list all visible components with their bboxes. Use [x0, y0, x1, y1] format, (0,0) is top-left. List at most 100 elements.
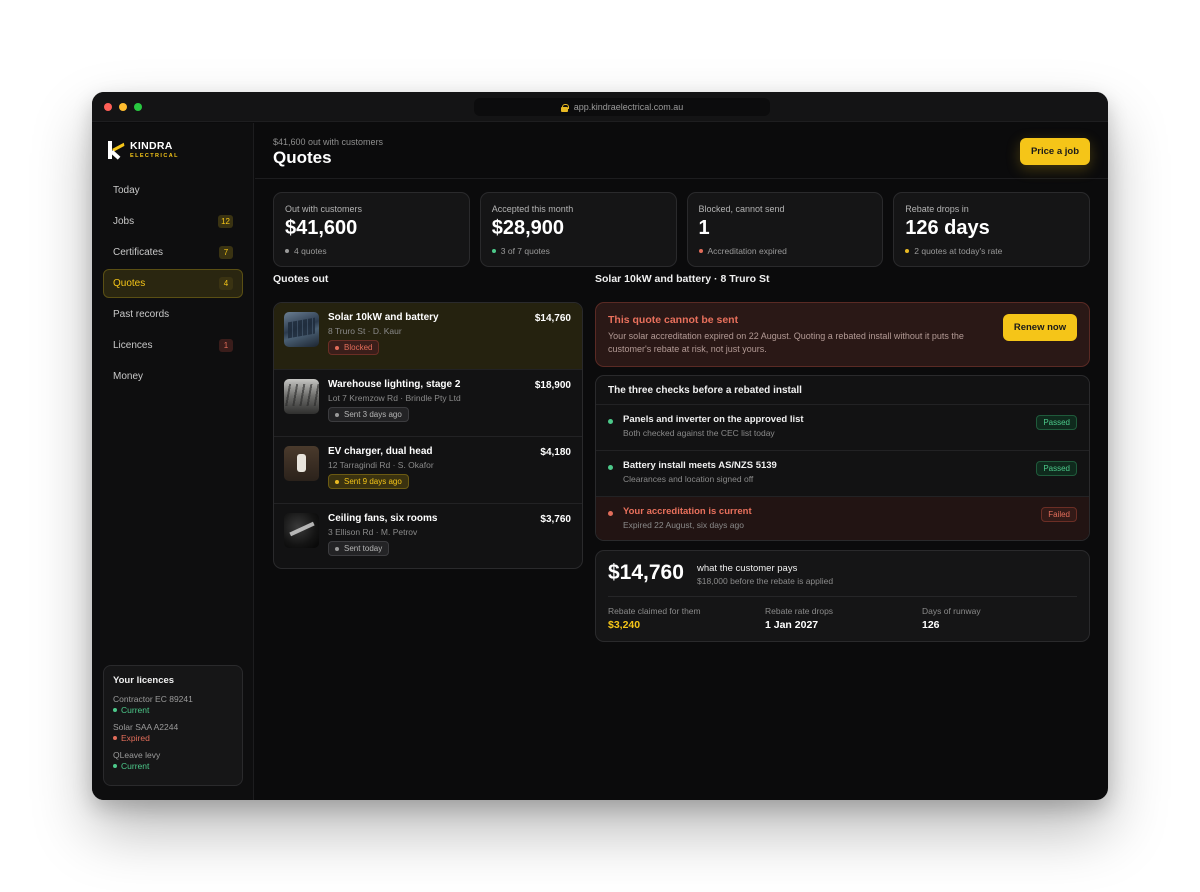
- check-detail: Expired 22 August, six days ago: [623, 520, 744, 530]
- status-dot-icon: [285, 249, 289, 253]
- address-bar[interactable]: app.kindraelectrical.com.au: [474, 98, 770, 116]
- stat-card-rebate-drops[interactable]: Rebate drops in 126 days 2 quotes at tod…: [893, 192, 1090, 267]
- sidebar-item-quotes[interactable]: Quotes 4: [103, 269, 243, 298]
- licences-card[interactable]: Your licences Contractor EC 89241 Curren…: [103, 665, 243, 786]
- status-badge-text: Blocked: [344, 343, 373, 352]
- status-dot-icon: [698, 249, 703, 253]
- licence-item: QLeave levy Current: [113, 750, 233, 771]
- customer-total-note: $18,000 before the rebate is applied: [697, 576, 834, 586]
- stat-card-out-with-customers[interactable]: Out with customers $41,600 4 quotes: [273, 192, 470, 267]
- stat-label: Out with customers: [285, 204, 363, 214]
- licence-status-text: Current: [121, 705, 150, 715]
- blocked-alert: This quote cannot be sent Your solar acc…: [595, 302, 1090, 367]
- sidebar-item-licences[interactable]: Licences 1: [103, 331, 243, 360]
- status-dot-icon: [491, 249, 496, 253]
- status-dot-icon: [608, 511, 613, 516]
- sidebar-item-count: 7: [219, 246, 233, 259]
- status-dot-icon: [905, 249, 910, 253]
- check-name: Panels and inverter on the approved list: [623, 414, 804, 425]
- checks-title: The three checks before a rebated instal…: [596, 376, 1089, 405]
- check-row[interactable]: Panels and inverter on the approved list…: [596, 405, 1089, 451]
- summary-value: 126: [922, 619, 940, 631]
- stat-label: Rebate drops in: [905, 204, 969, 214]
- sidebar-item-label: Today: [113, 185, 140, 196]
- status-dot-icon: [113, 708, 117, 712]
- status-dot-icon: [113, 764, 117, 768]
- stat-foot: 3 of 7 quotes: [491, 246, 665, 256]
- quotes-out-title: Quotes out: [273, 273, 329, 285]
- ev-charger-thumbnail: [284, 446, 319, 481]
- sidebar-item-money[interactable]: Money: [103, 362, 243, 391]
- maximize-window-button[interactable]: [134, 103, 142, 111]
- quotes-list: Solar 10kW and battery 8 Truro St · D. K…: [273, 302, 583, 569]
- sidebar-item-count: 12: [218, 215, 233, 228]
- quote-row[interactable]: Ceiling fans, six rooms 3 Ellison Rd · M…: [274, 504, 582, 568]
- price-a-job-button[interactable]: Price a job: [1020, 138, 1090, 165]
- check-detail: Both checked against the CEC list today: [623, 428, 775, 438]
- check-row[interactable]: Your accreditation is current Expired 22…: [596, 497, 1089, 540]
- customer-total-label: what the customer pays: [697, 563, 798, 574]
- summary-label: Rebate rate drops: [765, 606, 834, 616]
- licence-name: Contractor EC 89241: [113, 694, 193, 704]
- stat-label: Accepted this month: [491, 204, 574, 214]
- check-name: Your accreditation is current: [623, 506, 752, 517]
- sidebar-item-count: 4: [219, 277, 233, 290]
- minimize-window-button[interactable]: [119, 103, 127, 111]
- stat-value: 126 days: [905, 217, 990, 239]
- status-badge: Failed: [1041, 507, 1077, 522]
- brand-logo[interactable]: KINDRA ELECTRICAL: [108, 141, 179, 160]
- renew-now-button[interactable]: Renew now: [1003, 314, 1077, 341]
- quote-address: 12 Tarragindi Rd · S. Okafor: [328, 460, 434, 470]
- licence-item: Solar SAA A2244 Expired: [113, 722, 233, 743]
- warehouse-thumbnail: [284, 379, 319, 414]
- stat-foot: 4 quotes: [285, 246, 458, 256]
- licence-name: QLeave levy: [113, 750, 161, 760]
- licence-status: Current: [113, 761, 233, 771]
- sidebar-item-count: 1: [219, 339, 233, 352]
- summary-label: Rebate claimed for them: [608, 606, 701, 616]
- alert-body: Your solar accreditation expired on 22 A…: [608, 331, 964, 355]
- check-name: Battery install meets AS/NZS 5139: [623, 460, 777, 471]
- quote-row[interactable]: EV charger, dual head 12 Tarragindi Rd ·…: [274, 437, 582, 504]
- close-window-button[interactable]: [104, 103, 112, 111]
- summary-column: Rebate rate drops 1 Jan 2027: [765, 606, 833, 631]
- stat-card-accepted[interactable]: Accepted this month $28,900 3 of 7 quote…: [479, 192, 677, 267]
- price-summary-card: $14,760 what the customer pays $18,000 b…: [595, 550, 1090, 642]
- quote-amount: $4,180: [540, 447, 571, 458]
- stat-value: $41,600: [285, 217, 358, 239]
- quote-name: EV charger, dual head: [328, 446, 433, 457]
- sidebar-nav: Today Jobs 12 Certificates 7 Quotes 4 Pa…: [103, 176, 243, 393]
- status-dot-icon: [608, 419, 613, 424]
- quote-row[interactable]: Solar 10kW and battery 8 Truro St · D. K…: [274, 303, 582, 370]
- quote-address: Lot 7 Kremzow Rd · Brindle Pty Ltd: [328, 393, 461, 403]
- status-dot-icon: [113, 736, 117, 740]
- check-row[interactable]: Battery install meets AS/NZS 5139 Cleara…: [596, 451, 1089, 497]
- status-badge-text: Sent today: [344, 544, 383, 553]
- status-dot-icon: [335, 412, 339, 417]
- quote-amount: $14,760: [534, 313, 571, 324]
- checks-card: The three checks before a rebated instal…: [595, 375, 1090, 541]
- url-text: app.kindraelectrical.com.au: [573, 102, 684, 112]
- sidebar-item-today[interactable]: Today: [103, 176, 243, 205]
- brand-subtitle: ELECTRICAL: [130, 152, 179, 159]
- quote-row[interactable]: Warehouse lighting, stage 2 Lot 7 Kremzo…: [274, 370, 582, 437]
- stat-value: $28,900: [491, 217, 565, 239]
- sidebar-item-certificates[interactable]: Certificates 7: [103, 238, 243, 267]
- title-bar: app.kindraelectrical.com.au: [92, 92, 1108, 122]
- customer-total: $14,760: [608, 561, 684, 584]
- lock-icon: [560, 103, 569, 112]
- licence-name: Solar SAA A2244: [113, 722, 179, 732]
- stat-foot-text: 3 of 7 quotes: [500, 246, 550, 256]
- page-title: Quotes: [273, 148, 332, 167]
- summary-column: Rebate claimed for them $3,240: [608, 606, 701, 631]
- sidebar-item-jobs[interactable]: Jobs 12: [103, 207, 243, 236]
- check-detail: Clearances and location signed off: [623, 474, 754, 484]
- status-dot-icon: [335, 546, 339, 551]
- summary-column: Days of runway 126: [922, 606, 981, 631]
- stat-card-blocked[interactable]: Blocked, cannot send 1 Accreditation exp…: [686, 192, 884, 267]
- sidebar-item-label: Money: [113, 371, 144, 382]
- sidebar-item-label: Quotes: [113, 278, 146, 289]
- status-badge: Blocked: [328, 340, 380, 355]
- ceiling-fan-thumbnail: [284, 513, 319, 548]
- sidebar-item-past-records[interactable]: Past records: [103, 300, 243, 329]
